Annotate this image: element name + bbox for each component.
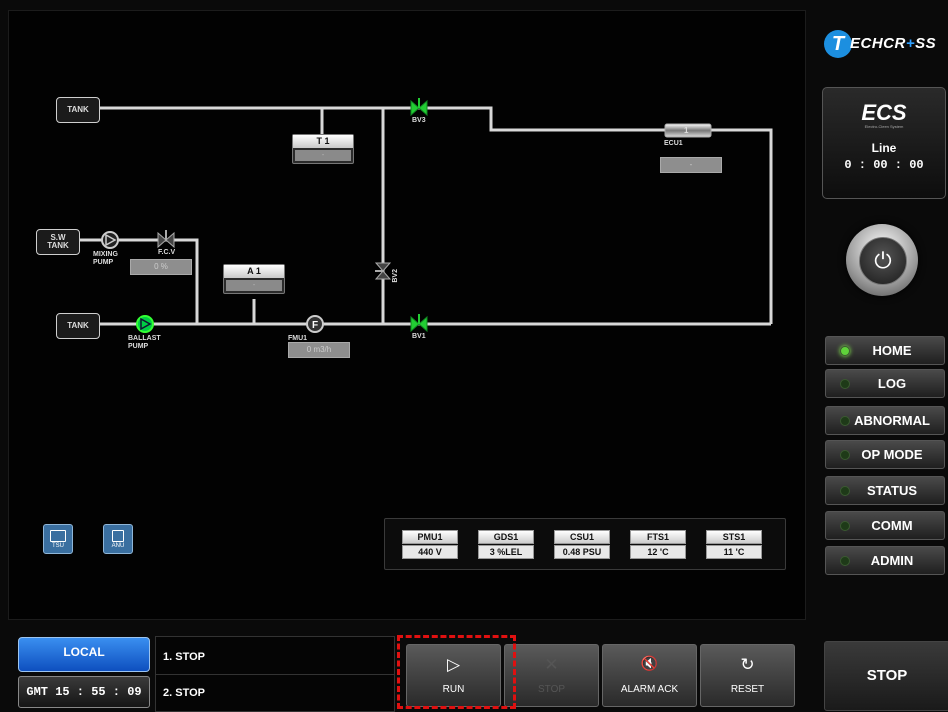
tank-top[interactable]: TANK — [56, 97, 100, 123]
tsu-icon — [50, 529, 66, 542]
status-led-icon — [840, 520, 850, 531]
gmt-clock: GMT 15 : 55 : 09 — [18, 676, 150, 708]
ecu-number: 1 — [684, 126, 689, 135]
sensor-value: 11 'C — [706, 545, 762, 559]
ballast-pump-icon[interactable] — [136, 315, 154, 333]
svg-text:F: F — [312, 320, 318, 331]
sensor-fts1[interactable]: FTS1 12 'C — [630, 530, 686, 559]
bv2-label: BV2 — [392, 269, 399, 283]
logo-text: ECHCR+SS — [850, 35, 937, 52]
mixing-pump-label: MIXING PUMP — [93, 251, 118, 266]
a1-indicator[interactable]: A 1 - — [223, 264, 285, 294]
t1-value: - — [295, 150, 351, 161]
menu-op-mode[interactable]: OP MODE — [825, 440, 945, 469]
status-led-icon — [840, 485, 850, 496]
alarm-ack-button[interactable]: 🔇 ALARM ACK — [602, 644, 697, 707]
menu-status[interactable]: STATUS — [825, 476, 945, 505]
a1-title: A 1 — [224, 265, 284, 278]
tsu-button[interactable]: TSU — [43, 524, 73, 554]
menu-label: ADMIN — [870, 553, 914, 568]
status-led-icon — [840, 415, 850, 426]
line-label: Line — [871, 141, 897, 155]
valve-bv3-icon[interactable] — [410, 98, 428, 117]
t1-indicator[interactable]: T 1 - — [292, 134, 354, 164]
stop-label: STOP — [537, 684, 566, 695]
status-led-icon — [840, 449, 850, 460]
stop-x-icon: ✕ — [544, 655, 559, 674]
mute-alarm-icon: 🔇 — [640, 655, 659, 671]
valve-fcv-icon[interactable] — [157, 230, 175, 249]
ecs-status-panel: ECS Electro-Cleen System Line 0 : 00 : 0… — [822, 87, 946, 199]
menu-label: STATUS — [866, 483, 918, 498]
ecu1-label: ECU1 — [664, 140, 683, 147]
anu-button[interactable]: ANU — [103, 524, 133, 554]
ecs-subtitle: Electro-Cleen System — [864, 124, 904, 129]
ballast-pump-label: BALLAST PUMP — [128, 335, 161, 350]
run-highlight-frame — [397, 635, 516, 709]
line-timer: 0 : 00 : 00 — [844, 158, 924, 172]
anu-icon — [112, 529, 124, 542]
anu-label: ANU — [111, 542, 125, 549]
ecs-logo: ECS — [861, 100, 907, 125]
status-led-icon — [840, 555, 850, 566]
valve-bv2-icon[interactable] — [374, 262, 392, 280]
menu-comm[interactable]: COMM — [825, 511, 945, 540]
status-line-1: 1. STOP — [156, 639, 394, 675]
sensor-sts1[interactable]: STS1 11 'C — [706, 530, 762, 559]
tsu-label: TSU — [52, 542, 64, 549]
menu-label: OP MODE — [861, 447, 923, 462]
t1-title: T 1 — [293, 135, 353, 148]
local-mode-button[interactable]: LOCAL — [18, 637, 150, 672]
menu-abnormal[interactable]: ABNORMAL — [825, 406, 945, 435]
fcv-label: F.C.V — [158, 249, 176, 256]
stop-button[interactable]: ✕ STOP — [504, 644, 599, 707]
ecu-value: - — [660, 157, 722, 173]
power-button[interactable]: ⏻ — [846, 224, 918, 296]
sensor-csu1[interactable]: CSU1 0.48 PSU — [554, 530, 610, 559]
menu-label: ABNORMAL — [854, 413, 930, 428]
status-list: 1. STOP 2. STOP — [155, 636, 395, 712]
mixing-pump-icon[interactable] — [101, 231, 119, 249]
flow-meter-icon[interactable]: F — [306, 315, 324, 333]
sensor-pmu1[interactable]: PMU1 440 V — [402, 530, 458, 559]
menu-label: COMM — [871, 518, 913, 533]
menu-admin[interactable]: ADMIN — [825, 546, 945, 575]
system-stop-button[interactable]: STOP — [824, 641, 948, 711]
sensor-name: CSU1 — [554, 530, 610, 544]
status-led-icon — [840, 378, 850, 389]
reset-icon: ↻ — [740, 655, 755, 674]
alarm-ack-label: ALARM ACK — [620, 684, 679, 695]
techcross-logo: T ECHCR+SS — [820, 28, 948, 62]
reset-button[interactable]: ↻ RESET — [700, 644, 795, 707]
status-line-2: 2. STOP — [163, 687, 205, 699]
reset-label: RESET — [730, 684, 765, 695]
menu-home[interactable]: HOME — [825, 336, 945, 365]
sensor-value: 0.48 PSU — [554, 545, 610, 559]
menu-log[interactable]: LOG — [825, 369, 945, 398]
sensor-name: FTS1 — [630, 530, 686, 544]
logo-letter: T — [824, 30, 852, 58]
sensor-gds1[interactable]: GDS1 3 %LEL — [478, 530, 534, 559]
sensor-name: PMU1 — [402, 530, 458, 544]
valve-bv1-icon[interactable] — [410, 314, 428, 333]
sensor-name: STS1 — [706, 530, 762, 544]
menu-label: LOG — [877, 376, 907, 391]
tank-sw[interactable]: S.W TANK — [36, 229, 80, 255]
status-led-icon — [840, 345, 850, 356]
fmu-value: 0 m3/h — [288, 342, 350, 358]
sensor-value: 440 V — [402, 545, 458, 559]
bv3-label: BV3 — [412, 117, 426, 124]
bv1-label: BV1 — [412, 333, 426, 340]
sensor-value: 12 'C — [630, 545, 686, 559]
a1-value: - — [226, 280, 282, 291]
menu-label: HOME — [872, 343, 912, 358]
sensor-panel: PMU1 440 V GDS1 3 %LEL CSU1 0.48 PSU FTS… — [384, 518, 786, 570]
fcv-value: 0 % — [130, 259, 192, 275]
sensor-value: 3 %LEL — [478, 545, 534, 559]
power-icon: ⏻ — [859, 237, 907, 285]
sensor-name: GDS1 — [478, 530, 534, 544]
tank-bottom[interactable]: TANK — [56, 313, 100, 339]
